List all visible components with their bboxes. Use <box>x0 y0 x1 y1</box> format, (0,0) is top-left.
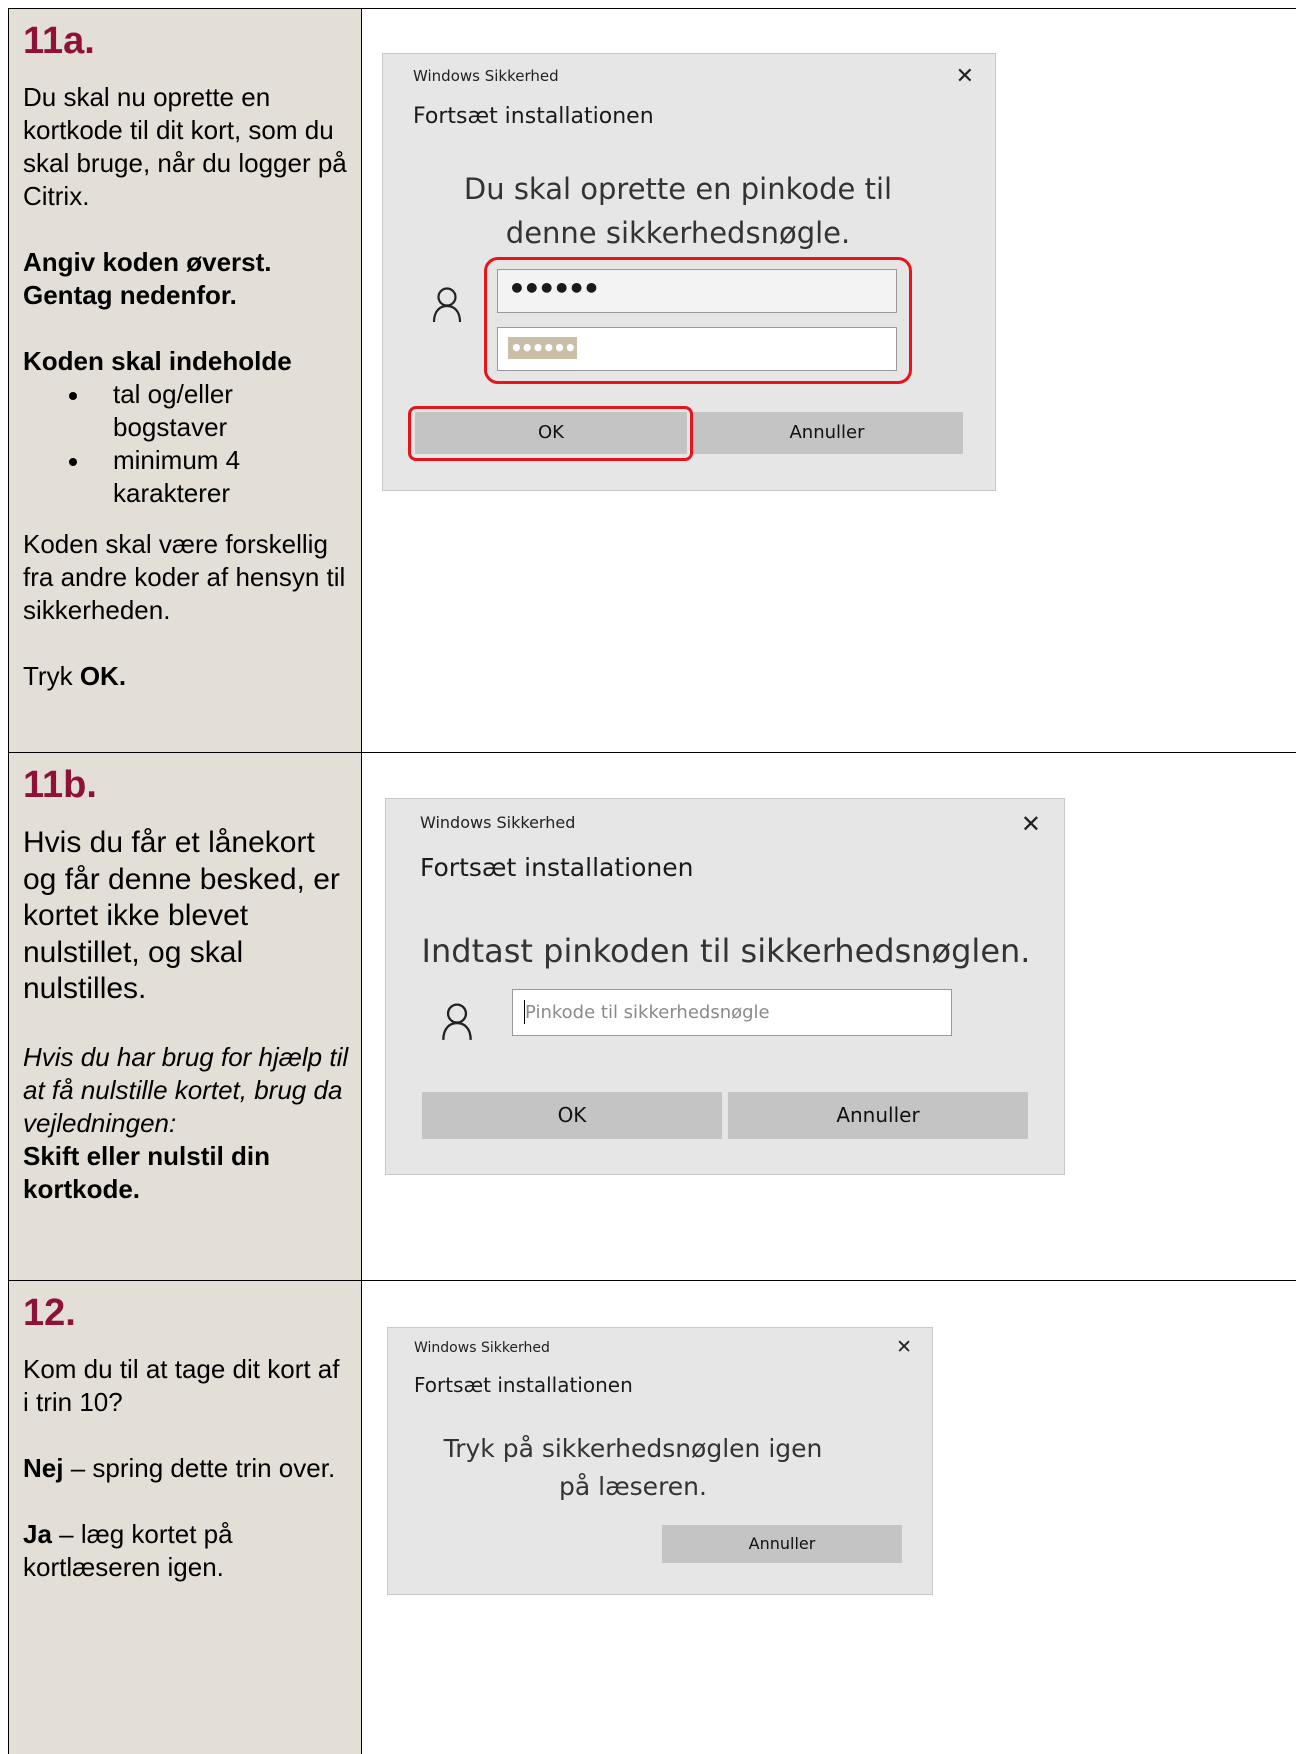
bold-line-1: Angiv koden øverst. <box>23 247 272 277</box>
dialog-title: Windows Sikkerhed <box>420 813 576 832</box>
cancel-button[interactable]: Annuller <box>728 1092 1028 1139</box>
instruction-text: Koden skal være forskellig fra andre kod… <box>23 529 346 625</box>
pin-input[interactable]: Pinkode til sikkerhedsnøgle <box>512 989 952 1036</box>
step-12-row: 12. Kom du til at tage dit kort af i tri… <box>8 1281 1296 1754</box>
dialog-title: Windows Sikkerhed <box>414 1340 550 1356</box>
instruction-text: Hvis du får et lånekort og får denne bes… <box>23 826 340 1005</box>
cancel-button[interactable]: Annuller <box>662 1525 902 1563</box>
instruction-ja: Ja – læg kortet på kortlæseren igen. <box>23 1519 233 1582</box>
guide-link-text: Skift eller nulstil din kortkode. <box>23 1140 271 1204</box>
step-number: 11a. <box>23 20 95 62</box>
bold-line-2: Gentag nedenfor. <box>23 280 237 310</box>
requirements-list: tal og/eller bogstaver minimum 4 karakte… <box>23 378 351 510</box>
instruction-text: Du skal nu oprette en kortkode til dit k… <box>23 82 347 211</box>
dialog-subtitle: Fortsæt installationen <box>414 1373 633 1397</box>
close-icon[interactable]: ✕ <box>1021 812 1041 836</box>
ok-button[interactable]: OK <box>422 1092 722 1139</box>
dialog-subtitle: Fortsæt installationen <box>420 853 694 882</box>
ok-bold: OK. <box>79 661 127 691</box>
requirements-heading: Koden skal indeholde <box>23 346 292 376</box>
italic-text: Hvis du har brug for hjælp til at få nul… <box>23 1041 349 1138</box>
step-number: 12. <box>23 1292 76 1334</box>
security-dialog: Windows Sikkerhed ✕ Fortsæt installation… <box>385 798 1065 1175</box>
list-item: tal og/eller bogstaver <box>69 378 351 444</box>
dialog-subtitle: Fortsæt installationen <box>413 104 654 129</box>
instruction-tryk: Tryk OK. <box>23 661 127 691</box>
instruction-text: Kom du til at tage dit kort af i trin 10… <box>23 1354 340 1417</box>
close-icon[interactable]: ✕ <box>896 1338 912 1357</box>
list-item: minimum 4 karakterer <box>69 444 351 510</box>
dialog-message: Tryk på sikkerhedsnøglen igen på læseren… <box>443 1434 823 1501</box>
step-number: 11b. <box>23 764 97 806</box>
person-icon <box>432 287 462 323</box>
instruction-nej: Nej – spring dette trin over. <box>23 1453 336 1483</box>
security-dialog: Windows Sikkerhed ✕ Fortsæt installation… <box>387 1327 933 1595</box>
security-dialog: Windows Sikkerhed ✕ Fortsæt installation… <box>382 53 996 491</box>
highlight-box <box>484 257 912 384</box>
instruction-table: 11a. Du skal nu oprette en kortkode til … <box>8 8 1296 1754</box>
person-icon <box>442 1003 472 1040</box>
step-11b-text-cell: 11b. Hvis du får et lånekort og får denn… <box>8 753 362 1280</box>
step-11b-row: 11b. Hvis du får et lånekort og får denn… <box>8 753 1296 1281</box>
dialog-message: Du skal oprette en pinkode til denne sik… <box>463 172 893 250</box>
pin-placeholder: Pinkode til sikkerhedsnøgle <box>525 1002 770 1023</box>
step-11a-row: 11a. Du skal nu oprette en kortkode til … <box>8 9 1296 753</box>
highlight-box <box>408 406 693 461</box>
cancel-button[interactable]: Annuller <box>691 412 963 454</box>
step-12-text-cell: 12. Kom du til at tage dit kort af i tri… <box>8 1281 362 1754</box>
instruction-text: Hvis du har brug for hjælp til at få nul… <box>23 1041 351 1206</box>
dialog-message: Indtast pinkoden til sikkerhedsnøglen. <box>421 932 1031 970</box>
step-11a-text-cell: 11a. Du skal nu oprette en kortkode til … <box>8 9 362 752</box>
dialog-title: Windows Sikkerhed <box>413 67 559 85</box>
close-icon[interactable]: ✕ <box>956 66 974 88</box>
instruction-bold: Angiv koden øverst. Gentag nedenfor. <box>23 246 351 312</box>
